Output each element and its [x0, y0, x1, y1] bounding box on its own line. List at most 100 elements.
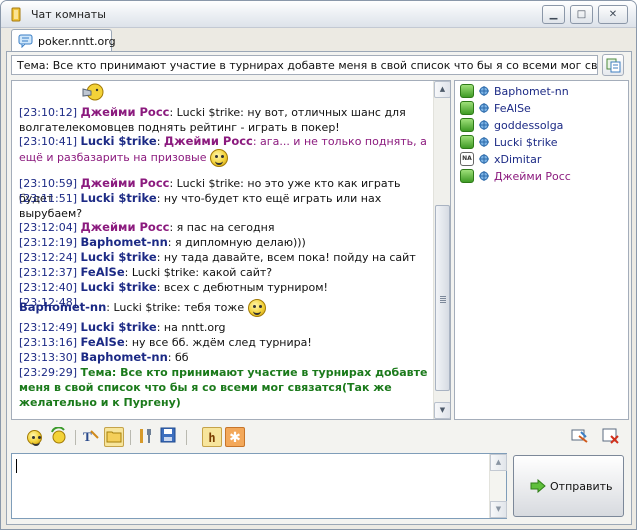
chat-content: [23:10:12] Джейми Росс: Lucki $trike: ну… — [12, 81, 433, 419]
folder-icon[interactable] — [104, 427, 124, 447]
message-nick[interactable]: FeAlSe — [81, 265, 125, 279]
smiley-icon[interactable] — [24, 427, 44, 447]
horn-smiley-icon — [82, 83, 104, 101]
message-text: : я дипломную делаю))) — [167, 236, 306, 249]
message-time: [23:11:51] — [19, 192, 77, 205]
op-role-icon — [460, 101, 474, 115]
scroll-thumb[interactable] — [435, 205, 450, 391]
chat-message: [23:10:41] Lucki $trike: Джейми Росс: аг… — [19, 134, 429, 167]
message-time: [23:13:16] — [19, 336, 77, 349]
title-bar[interactable]: Чат комнаты ▁ □ ✕ — [1, 1, 636, 28]
message-text: : — [156, 135, 164, 148]
message-time: [23:29:29] — [19, 366, 77, 379]
message-time: [23:10:12] — [19, 106, 77, 119]
user-name: xDimitar — [494, 153, 542, 166]
message-time: [23:12:19] — [19, 236, 77, 249]
chat-scrollbar[interactable]: ▲ ▼ — [433, 81, 450, 419]
message-time: [23:13:30] — [19, 351, 77, 364]
message-text: : я пас на сегодня — [169, 221, 275, 234]
window-title: Чат комнаты — [31, 8, 106, 21]
user-list-item[interactable]: FeAlSe — [460, 101, 625, 117]
user-list-item[interactable]: Джейми Росс — [460, 169, 625, 185]
message-nick[interactable]: Джейми Росс — [81, 176, 170, 190]
copy-topic-button[interactable] — [602, 54, 624, 76]
chat-message: [23:12:37] FeAlSe: Lucki $trike: какой с… — [19, 265, 429, 280]
chat-message: [23:13:30] Baphomet-nn: бб — [19, 350, 429, 365]
tab-label: poker.nntt.org — [38, 35, 116, 48]
user-list-item[interactable]: NA xDimitar — [460, 152, 625, 168]
status-icon — [479, 103, 489, 113]
chat-bubble-icon — [18, 34, 33, 48]
chat-message: [23:12:49] Lucki $trike: на nntt.org — [19, 320, 429, 335]
chat-log[interactable]: [23:10:12] Джейми Росс: Lucki $trike: ну… — [11, 80, 451, 420]
refresh-smiley-icon[interactable] — [49, 426, 69, 447]
op-role-icon — [460, 169, 474, 183]
message-nick[interactable]: Baphomet-nn — [81, 350, 168, 364]
message-nick[interactable]: FeAlSe — [81, 335, 125, 349]
user-list-item[interactable]: Baphomet-nn — [460, 84, 625, 100]
message-nick[interactable]: Baphomet-nn — [19, 300, 106, 314]
tools-icon[interactable] — [136, 427, 156, 447]
message-text: : ну все бб. ждём след турнира! — [124, 336, 312, 349]
tab-strip: poker.nntt.org — [1, 28, 636, 52]
status-icon — [479, 154, 489, 164]
message-input[interactable]: ▲ ▼ — [11, 453, 507, 519]
user-name: Джейми Росс — [494, 170, 571, 183]
topic-change-text: Тема: Все кто принимают участие в турнир… — [19, 366, 428, 409]
chat-window: Чат комнаты ▁ □ ✕ poker.nntt.org Тема: В… — [0, 0, 637, 530]
scroll-up-button[interactable]: ▲ — [434, 81, 450, 98]
svg-text:T: T — [83, 429, 92, 444]
message-text: : Lucki $trike: ну вот, отличных шанс дл… — [19, 106, 406, 134]
message-nick[interactable]: Lucki $trike — [81, 250, 157, 264]
user-list: Baphomet-nn FeAlSe goddessolga Lucki $tr… — [454, 80, 629, 420]
input-scroll-up-button[interactable]: ▲ — [490, 454, 507, 471]
message-text: : бб — [167, 351, 189, 364]
message-text: : ну тада давайте, всем пока! пойду на с… — [156, 251, 416, 264]
message-nick[interactable]: Lucki $trike — [81, 320, 157, 334]
status-icon — [479, 171, 489, 181]
clear-chat-icon[interactable] — [570, 427, 590, 447]
close-room-icon[interactable] — [601, 427, 621, 447]
close-button[interactable]: ✕ — [598, 5, 628, 24]
message-nick[interactable]: Baphomet-nn — [81, 235, 168, 249]
message-nick[interactable]: Lucki $trike — [81, 191, 157, 205]
op-role-icon — [460, 135, 474, 149]
chat-message: [23:12:24] Lucki $trike: ну тада давайте… — [19, 250, 429, 265]
minimize-button[interactable]: ▁ — [542, 5, 565, 24]
text-format-icon[interactable]: T — [81, 427, 101, 447]
scroll-down-button[interactable]: ▼ — [434, 402, 450, 419]
message-time: [23:10:59] — [19, 177, 77, 190]
chat-message-topic: [23:29:29] Тема: Все кто принимают участ… — [19, 365, 429, 410]
input-scroll-down-button[interactable]: ▼ — [490, 501, 507, 518]
maximize-button[interactable]: □ — [570, 5, 593, 24]
input-scrollbar[interactable]: ▲ ▼ — [489, 454, 507, 518]
message-nick[interactable]: Джейми Росс — [81, 105, 170, 119]
message-text: : Lucki $trike: тебя тоже — [106, 301, 245, 314]
message-nick[interactable]: Lucki $trike — [81, 280, 157, 294]
chat-message: [23:13:16] FeAlSe: ну все бб. ждём след … — [19, 335, 429, 350]
chat-message: [23:10:12] Джейми Росс: Lucki $trike: ну… — [19, 105, 429, 135]
message-nick[interactable]: Lucki $trike — [81, 134, 157, 148]
chat-message: [23:12:40] Lucki $trike: всех с дебютным… — [19, 280, 429, 295]
highlight-h-icon[interactable]: h — [202, 427, 222, 447]
tab-room[interactable]: poker.nntt.org — [11, 29, 116, 52]
user-name: goddessolga — [494, 119, 564, 132]
message-nick[interactable]: Джейми Росс — [81, 220, 170, 234]
message-time: [23:10:41] — [19, 135, 77, 148]
send-arrow-icon — [530, 479, 546, 493]
save-icon[interactable] — [158, 427, 178, 447]
message-mention[interactable]: Джейми Росс — [164, 134, 253, 148]
copy-icon — [606, 58, 621, 73]
message-time: [23:12:24] — [19, 251, 77, 264]
flower-icon[interactable]: ✱ — [225, 427, 245, 447]
send-button-label: Отправить — [550, 480, 613, 493]
user-name: Baphomet-nn — [494, 85, 569, 98]
op-role-icon — [460, 84, 474, 98]
send-button[interactable]: Отправить — [513, 455, 624, 517]
user-list-item[interactable]: goddessolga — [460, 118, 625, 134]
chat-message: [23:12:19] Baphomet-nn: я дипломную дела… — [19, 235, 429, 250]
user-list-item[interactable]: Lucki $trike — [460, 135, 625, 151]
user-name: FeAlSe — [494, 102, 531, 115]
topic-field[interactable]: Тема: Все кто принимают участие в турнир… — [11, 55, 598, 75]
message-text: : Lucki $trike: какой сайт? — [124, 266, 273, 279]
